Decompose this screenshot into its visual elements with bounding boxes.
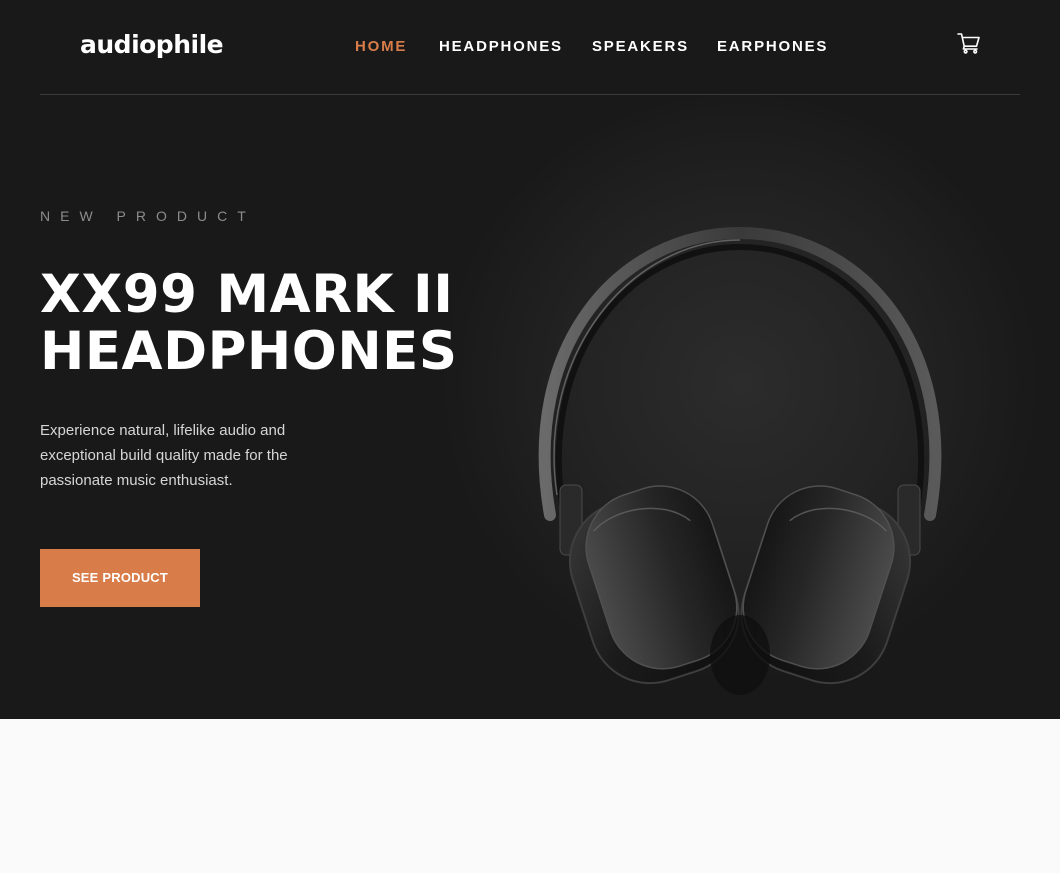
hero-overline: NEW PRODUCT (40, 208, 256, 224)
site-header: audiophile HOME HEADPHONES SPEAKERS EARP… (0, 0, 1060, 95)
see-product-button[interactable]: SEE PRODUCT (40, 549, 200, 607)
hero-description: Experience natural, lifelike audio and e… (40, 422, 288, 489)
hero-title-line-2: HEADPHONES (40, 321, 458, 382)
nav-speakers[interactable]: SPEAKERS (592, 37, 689, 57)
headphones-image (400, 95, 1060, 719)
hero-title: XX99 MARK II HEADPHONES (40, 266, 480, 380)
nav-headphones[interactable]: HEADPHONES (439, 37, 563, 57)
nav-home[interactable]: HOME (355, 37, 407, 57)
hero-title-line-1: XX99 MARK II (40, 264, 454, 325)
cart-icon[interactable] (957, 32, 981, 54)
main-nav: HOME HEADPHONES SPEAKERS EARPHONES (0, 37, 1060, 57)
hero-section: audiophile HOME HEADPHONES SPEAKERS EARP… (0, 0, 1060, 719)
nav-earphones[interactable]: EARPHONES (717, 37, 828, 57)
